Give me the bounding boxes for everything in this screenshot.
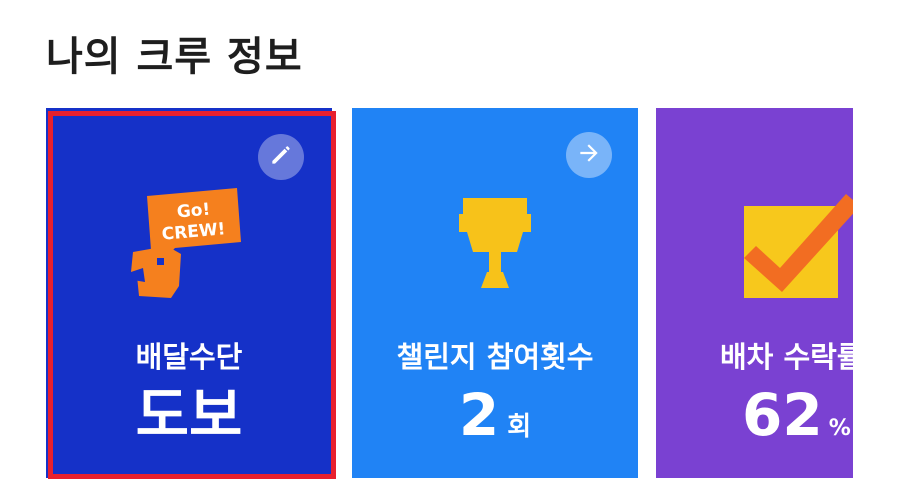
crew-info-carousel[interactable]: Go! CREW! 배달수단 도보 챌린지 참여횟수 2 회 배차 수락률 62… [0, 108, 853, 480]
pencil-icon [268, 142, 294, 172]
checkbox-icon [742, 192, 853, 304]
delivery-method-card[interactable]: Go! CREW! 배달수단 도보 [46, 108, 332, 478]
acceptance-rate-value: 62 [742, 381, 823, 449]
trophy-icon [457, 196, 533, 300]
challenge-participation-value: 2 [458, 381, 500, 449]
arrow-right-icon [576, 140, 602, 170]
page-title: 나의 크루 정보 [46, 34, 303, 80]
challenge-participation-label: 챌린지 참여횟수 [396, 340, 594, 374]
challenge-participation-card[interactable]: 챌린지 참여횟수 2 회 [352, 108, 638, 478]
edit-delivery-method-button[interactable] [258, 134, 304, 180]
go-crew-mascot-icon: Go! CREW! [127, 188, 251, 304]
view-challenges-button[interactable] [566, 132, 612, 178]
delivery-method-label: 배달수단 [135, 340, 243, 374]
acceptance-rate-label: 배차 수락률 [720, 340, 853, 374]
delivery-method-value: 도보 [135, 381, 243, 449]
acceptance-rate-card[interactable]: 배차 수락률 62 % [656, 108, 853, 478]
mascot-text-go: Go! [176, 200, 211, 223]
challenge-participation-unit: 회 [507, 412, 532, 442]
acceptance-rate-unit: % [828, 416, 851, 441]
